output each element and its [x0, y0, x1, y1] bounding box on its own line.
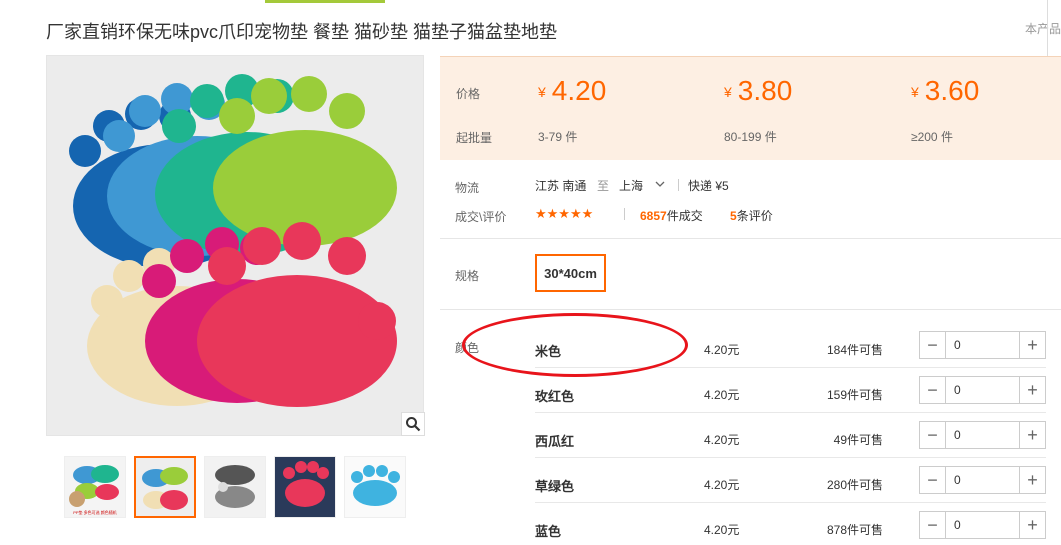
- thumbnail-3[interactable]: [204, 456, 266, 518]
- quantity-stepper: − +: [919, 421, 1046, 449]
- sku-stock: 49件可售: [833, 433, 883, 447]
- row-divider: [535, 367, 1046, 368]
- rating-stars: ★★★★★: [535, 206, 594, 221]
- divider: [678, 179, 679, 191]
- reviews-label: 成交\评价: [455, 210, 507, 224]
- express-fee: 快递 ¥5: [688, 179, 729, 193]
- deals-count[interactable]: 6857件成交: [640, 207, 703, 224]
- qty-tier-1: 3-79 件: [538, 130, 578, 144]
- thumbnail-2[interactable]: [134, 456, 196, 518]
- review-count[interactable]: 5条评价: [730, 207, 773, 224]
- quantity-input[interactable]: [946, 377, 1019, 403]
- minus-button[interactable]: −: [920, 422, 946, 448]
- thumbnail-image: [345, 457, 405, 517]
- price-panel: 价格 起批量 ¥4.20 ¥3.80 ¥3.60 3-79 件 80-199 件…: [440, 56, 1061, 160]
- logistics-label: 物流: [455, 181, 480, 195]
- sku-price: 4.20元: [704, 388, 740, 402]
- plus-button[interactable]: +: [1019, 512, 1045, 538]
- plus-button[interactable]: +: [1019, 377, 1045, 403]
- row-divider: [535, 502, 1046, 503]
- sku-stock: 184件可售: [826, 343, 883, 357]
- sku-price: 4.20元: [704, 343, 740, 357]
- color-label: 颜色: [455, 341, 480, 355]
- thumbnail-5[interactable]: [344, 456, 406, 518]
- sku-color-name: 蓝色: [535, 524, 562, 539]
- ship-to: 至: [597, 179, 610, 193]
- top-right-link[interactable]: 本产品: [1025, 20, 1061, 37]
- quantity-stepper: − +: [919, 376, 1046, 404]
- plus-button[interactable]: +: [1019, 332, 1045, 358]
- qty-tier-2: 80-199 件: [724, 130, 777, 144]
- section-divider: [440, 238, 1061, 239]
- sku-stock: 878件可售: [826, 523, 883, 537]
- price-tier-3: ¥3.60: [911, 75, 980, 106]
- quantity-input[interactable]: [946, 332, 1019, 358]
- divider: [1047, 0, 1048, 58]
- product-title: 厂家直销环保无味pvc爪印宠物垫 餐垫 猫砂垫 猫垫子猫盆垫地垫: [46, 22, 558, 42]
- sku-color-name: 草绿色: [535, 479, 575, 494]
- sku-color-name: 西瓜红: [535, 434, 575, 449]
- sku-row: 玫红色 4.20元 159件可售 − +: [535, 372, 1046, 417]
- sku-row: 西瓜红 4.20元 49件可售 − +: [535, 417, 1046, 462]
- svg-text:PP垫 多色可选 颜色随机: PP垫 多色可选 颜色随机: [73, 509, 117, 515]
- sku-stock: 280件可售: [826, 478, 883, 492]
- zoom-button[interactable]: [401, 412, 425, 436]
- quantity-stepper: − +: [919, 331, 1046, 359]
- thumbnail-strip: PP垫 多色可选 颜色随机: [64, 456, 414, 518]
- sku-color-name: 玫红色: [535, 389, 575, 404]
- quantity-input[interactable]: [946, 422, 1019, 448]
- price-tier-2: ¥3.80: [724, 75, 793, 106]
- ship-origin: 江苏 南通: [535, 179, 587, 193]
- section-divider: [440, 309, 1061, 310]
- thumbnail-4[interactable]: [274, 456, 336, 518]
- search-icon: [406, 417, 421, 432]
- minus-button[interactable]: −: [920, 332, 946, 358]
- quantity-input[interactable]: [946, 467, 1019, 493]
- spec-option-selected[interactable]: 30*40cm: [535, 254, 606, 292]
- moq-label: 起批量: [456, 131, 493, 145]
- thumbnail-1[interactable]: PP垫 多色可选 颜色随机: [64, 456, 126, 518]
- qty-tier-3: ≥200 件: [911, 130, 953, 144]
- thumbnail-image: [205, 457, 265, 517]
- minus-button[interactable]: −: [920, 377, 946, 403]
- sku-stock: 159件可售: [826, 388, 883, 402]
- quantity-stepper: − +: [919, 511, 1046, 539]
- paw-mats-illustration: [47, 56, 423, 435]
- row-divider: [535, 457, 1046, 458]
- minus-button[interactable]: −: [920, 512, 946, 538]
- sku-color-name: 米色: [535, 344, 562, 359]
- sku-price: 4.20元: [704, 478, 740, 492]
- spec-label: 规格: [455, 269, 480, 283]
- plus-button[interactable]: +: [1019, 467, 1045, 493]
- top-accent-bar: [265, 0, 385, 3]
- row-divider: [535, 412, 1046, 413]
- quantity-input[interactable]: [946, 512, 1019, 538]
- price-label: 价格: [456, 87, 481, 101]
- chevron-down-icon[interactable]: [655, 177, 665, 196]
- divider: [624, 208, 625, 220]
- sku-row: 蓝色 4.20元 878件可售 − +: [535, 507, 1046, 545]
- plus-button[interactable]: +: [1019, 422, 1045, 448]
- ship-destination[interactable]: 上海: [619, 177, 643, 194]
- thumbnail-image: [136, 458, 194, 516]
- main-product-image[interactable]: [46, 55, 424, 436]
- sku-price: 4.20元: [704, 523, 740, 537]
- sku-row: 草绿色 4.20元 280件可售 − +: [535, 462, 1046, 507]
- thumbnail-image: [275, 457, 335, 517]
- thumbnail-image: PP垫 多色可选 颜色随机: [65, 457, 125, 517]
- minus-button[interactable]: −: [920, 467, 946, 493]
- quantity-stepper: − +: [919, 466, 1046, 494]
- sku-row: 米色 4.20元 184件可售 − +: [535, 327, 1046, 372]
- sku-price: 4.20元: [704, 433, 740, 447]
- price-tier-1: ¥4.20: [538, 75, 607, 106]
